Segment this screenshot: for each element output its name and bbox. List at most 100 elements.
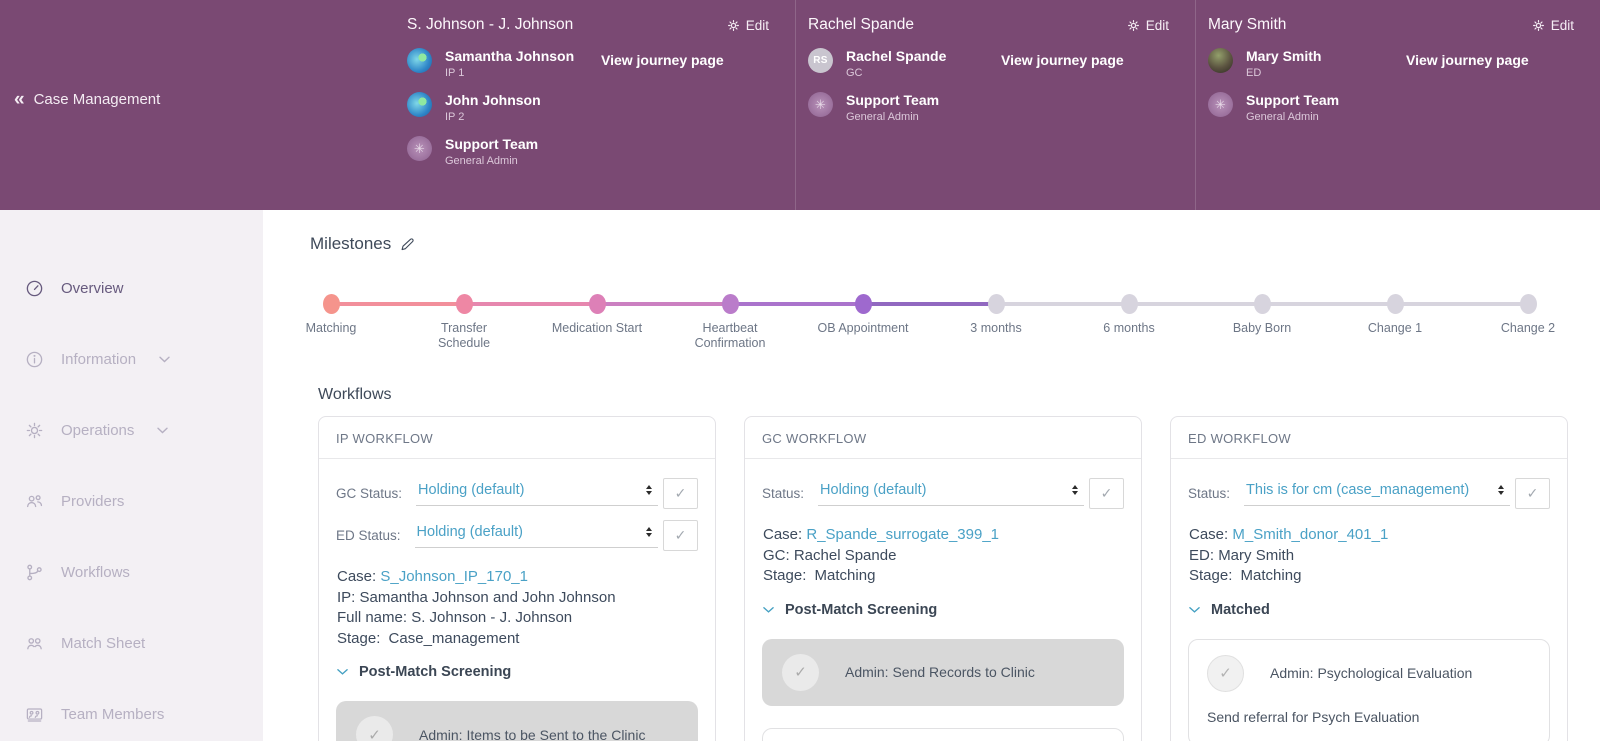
- chevron-down-icon: [337, 669, 348, 675]
- task-subtitle: Send referral for Psych Evaluation: [1207, 708, 1420, 725]
- milestone-dot[interactable]: [588, 294, 606, 314]
- sidebar-item-workflows[interactable]: Workflows: [0, 562, 263, 582]
- stage-label: Stage:: [337, 629, 381, 647]
- person-name: Support Team: [846, 92, 940, 108]
- sidebar-item-label: Information: [61, 350, 137, 368]
- task-item[interactable]: ✓ Admin: Psychological Evaluation Send r…: [1188, 638, 1550, 741]
- task-check-circle[interactable]: ✓: [1207, 654, 1244, 692]
- milestone-label: Medication Start: [551, 321, 643, 335]
- check-icon: ✓: [1526, 485, 1539, 501]
- case-card-spande: Rachel Spande Edit RS Rachel Spande GC ✳…: [795, 0, 1195, 210]
- view-journey-page-link[interactable]: View journey page: [1001, 52, 1169, 123]
- milestone-dot[interactable]: [322, 294, 340, 314]
- section-label: Post-Match Screening: [359, 664, 512, 680]
- confirm-status-button[interactable]: ✓: [1089, 478, 1124, 509]
- check-icon: ✓: [1219, 665, 1232, 682]
- milestone-label: OB Appointment: [817, 321, 909, 335]
- edit-case-button[interactable]: Edit: [1127, 18, 1169, 33]
- milestone-3-months: 3 months: [921, 294, 1129, 336]
- back-to-case-management[interactable]: « Case Management: [14, 90, 160, 109]
- milestone-dot[interactable]: [1386, 294, 1404, 314]
- sidebar-item-information[interactable]: Information: [0, 349, 263, 369]
- sidebar-item-label: Operations: [61, 421, 135, 439]
- task-item[interactable]: ✓ Admin: Items to be Sent to the Clinic: [336, 701, 698, 741]
- gear-icon: [26, 422, 43, 438]
- team-board-icon: [26, 707, 43, 722]
- sidebar-item-team-members[interactable]: Team Members: [0, 704, 263, 724]
- status-select[interactable]: This is for cm (case_management): [1244, 482, 1510, 506]
- check-icon: ✓: [1100, 485, 1113, 501]
- sidebar-item-match-sheet[interactable]: Match Sheet: [0, 633, 263, 653]
- info-icon: [26, 351, 43, 367]
- confirm-status-button[interactable]: ✓: [663, 478, 698, 509]
- task-item[interactable]: ✓ Admin: Send Records to Clinic: [762, 638, 1124, 706]
- person-role: General Admin: [1246, 111, 1319, 123]
- confirm-status-button[interactable]: ✓: [663, 520, 698, 551]
- person-role: General Admin: [445, 155, 518, 167]
- branch-icon: [27, 564, 42, 580]
- stage-value: Case_management: [388, 629, 520, 647]
- sidebar-item-label: Team Members: [61, 705, 165, 723]
- confirm-status-button[interactable]: ✓: [1515, 478, 1550, 509]
- task-check-circle[interactable]: ✓: [782, 653, 819, 691]
- case-label: Case:: [1189, 526, 1229, 543]
- milestone-dot[interactable]: [987, 294, 1005, 314]
- gear-icon: [1532, 19, 1544, 31]
- sidebar-item-operations[interactable]: Operations: [0, 420, 263, 440]
- person-role: IP 2: [445, 111, 465, 123]
- case-label: Case:: [763, 526, 803, 543]
- check-icon: ✓: [368, 726, 381, 741]
- chevron-down-icon: [157, 427, 169, 433]
- post-match-screening-toggle[interactable]: Post-Match Screening: [337, 664, 698, 680]
- avatar: ✳: [407, 136, 432, 161]
- task-title: Admin: Items to be Sent to the Clinic: [419, 726, 646, 741]
- avatar: [407, 48, 432, 73]
- sidebar-item-label: Providers: [61, 492, 125, 510]
- task-title: Admin: Psychological Evaluation: [1270, 665, 1473, 681]
- sidebar-item-overview[interactable]: Overview: [0, 278, 263, 298]
- milestone-dot[interactable]: [1519, 294, 1537, 314]
- full-name-value: S. Johnson - J. Johnson: [411, 609, 573, 626]
- ed-status-select[interactable]: Holding (default): [414, 524, 658, 548]
- stage-value: Matching: [1240, 567, 1302, 584]
- workflows-title: Workflows: [318, 386, 392, 403]
- view-journey-page-link[interactable]: View journey page: [601, 52, 769, 167]
- select-value: Holding (default): [418, 481, 525, 498]
- sidebar-item-providers[interactable]: Providers: [0, 491, 263, 511]
- person-name: Support Team: [445, 136, 539, 152]
- edit-case-button[interactable]: Edit: [1532, 18, 1574, 33]
- task-item-peek[interactable]: [762, 727, 1124, 741]
- chevron-down-icon: [763, 606, 774, 613]
- status-select[interactable]: Holding (default): [818, 482, 1084, 506]
- person-row: ✳ Support Team General Admin: [808, 92, 1001, 123]
- status-label: Status:: [1188, 486, 1231, 501]
- check-icon: ✓: [674, 527, 687, 543]
- milestone-label: 3 months: [970, 321, 1022, 335]
- person-row: ✳ Support Team General Admin: [407, 136, 601, 167]
- milestone-label: Change 1: [1367, 321, 1423, 335]
- case-link[interactable]: M_Smith_donor_401_1: [1232, 526, 1388, 543]
- milestone-label: Change 2: [1500, 321, 1556, 335]
- updown-arrows-icon: [646, 526, 652, 540]
- milestone-change-2: Change 2: [1453, 294, 1600, 336]
- post-match-screening-toggle[interactable]: Post-Match Screening: [763, 602, 1124, 618]
- milestone-dot[interactable]: [1253, 294, 1271, 314]
- gc-status-select[interactable]: Holding (default): [416, 482, 658, 506]
- avatar: [1208, 48, 1233, 73]
- milestone-dot[interactable]: [721, 294, 739, 314]
- task-check-circle[interactable]: ✓: [356, 716, 393, 741]
- gear-icon: [727, 19, 739, 31]
- pencil-icon[interactable]: [400, 237, 415, 252]
- person-name: Support Team: [1246, 92, 1340, 108]
- edit-case-button[interactable]: Edit: [727, 18, 769, 33]
- matched-toggle[interactable]: Matched: [1189, 602, 1550, 618]
- task-title: Admin: Send Records to Clinic: [845, 664, 1035, 680]
- case-link[interactable]: S_Johnson_IP_170_1: [380, 568, 528, 585]
- milestone-dot[interactable]: [455, 294, 473, 314]
- milestone-dot[interactable]: [854, 294, 872, 314]
- sidebar-item-label: Workflows: [61, 563, 130, 581]
- gauge-icon: [26, 280, 43, 296]
- view-journey-page-link[interactable]: View journey page: [1406, 52, 1574, 123]
- milestone-dot[interactable]: [1120, 294, 1138, 314]
- case-link[interactable]: R_Spande_surrogate_399_1: [806, 526, 999, 543]
